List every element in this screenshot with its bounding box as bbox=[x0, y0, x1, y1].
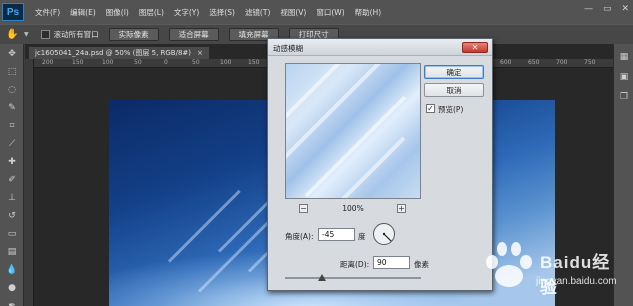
close-window-icon[interactable]: ✕ bbox=[621, 4, 629, 14]
distance-label: 距离(D): bbox=[340, 260, 370, 269]
preview-streak bbox=[286, 64, 384, 168]
cancel-button[interactable]: 取消 bbox=[424, 83, 484, 97]
distance-slider[interactable] bbox=[285, 274, 421, 282]
menu-filter[interactable]: 滤镜(T) bbox=[240, 7, 275, 18]
distance-slider-thumb[interactable] bbox=[317, 274, 326, 281]
distance-input[interactable] bbox=[373, 256, 410, 269]
motion-blur-dialog: 动感模糊 ✕ − 100% + 确定 取消 ✓ 预览(P) 角度(A): 度 距… bbox=[267, 38, 493, 291]
crop-tool-icon[interactable]: ⌗ bbox=[2, 117, 22, 134]
menu-file[interactable]: 文件(F) bbox=[30, 7, 65, 18]
watermark-url: jingyan.baidu.com bbox=[536, 276, 617, 287]
zoom-out-button[interactable]: − bbox=[299, 204, 308, 213]
ruler-tick: 100 bbox=[220, 59, 232, 66]
ruler-tick: 50 bbox=[192, 59, 200, 66]
motion-streak bbox=[167, 189, 241, 263]
ruler-tick: 750 bbox=[584, 59, 596, 66]
gradient-tool-icon[interactable]: ▤ bbox=[2, 243, 22, 260]
photoshop-logo: Ps bbox=[2, 3, 24, 21]
window-controls: — ▭ ✕ bbox=[584, 4, 629, 14]
dialog-titlebar[interactable]: 动感模糊 ✕ bbox=[268, 39, 492, 56]
ruler-tick: 700 bbox=[556, 59, 568, 66]
ruler-tick: 650 bbox=[528, 59, 540, 66]
preview-zoom-row: − 100% + bbox=[285, 204, 421, 214]
vertical-ruler bbox=[25, 59, 34, 306]
hand-icon[interactable]: ✋ bbox=[6, 29, 20, 40]
restore-icon[interactable]: ▭ bbox=[603, 4, 612, 14]
scroll-all-checkbox[interactable] bbox=[40, 30, 50, 39]
ok-button[interactable]: 确定 bbox=[424, 65, 484, 79]
angle-label: 角度(A): bbox=[285, 232, 314, 241]
chevron-down-icon[interactable]: ▼ bbox=[24, 31, 29, 38]
move-tool-icon[interactable]: ✥ bbox=[2, 45, 22, 62]
actual-pixels-button[interactable]: 实际像素 bbox=[108, 28, 159, 41]
history-panel-icon[interactable]: ▦ bbox=[617, 50, 631, 64]
distance-slider-track bbox=[285, 277, 421, 279]
ruler-tick: 150 bbox=[72, 59, 84, 66]
ruler-tick: 0 bbox=[164, 59, 168, 66]
marquee-tool-icon[interactable]: ⬚ bbox=[2, 63, 22, 80]
document-tab[interactable]: jc1605041_24a.psd @ 50% (图层 5, RGB/8#) × bbox=[28, 46, 210, 59]
document-tab-title: jc1605041_24a.psd @ 50% (图层 5, RGB/8#) bbox=[35, 49, 192, 57]
watermark-brand: Baidu经验 bbox=[540, 253, 611, 297]
blur-tool-icon[interactable]: 💧 bbox=[2, 261, 22, 278]
angle-dial[interactable] bbox=[372, 222, 396, 246]
healing-brush-tool-icon[interactable]: ✚ bbox=[2, 153, 22, 170]
preview-label: 预览(P) bbox=[438, 105, 464, 114]
menu-help[interactable]: 帮助(H) bbox=[350, 7, 387, 18]
distance-unit: 像素 bbox=[414, 260, 429, 269]
eyedropper-tool-icon[interactable]: ⟋ bbox=[2, 135, 22, 152]
ruler-tick: 600 bbox=[500, 59, 512, 66]
menu-select[interactable]: 选择(S) bbox=[204, 7, 240, 18]
minimize-icon[interactable]: — bbox=[584, 4, 593, 14]
menu-view[interactable]: 视图(V) bbox=[275, 7, 311, 18]
angle-unit: 度 bbox=[358, 232, 366, 241]
menu-items: 文件(F) 编辑(E) 图像(I) 图层(L) 文字(Y) 选择(S) 滤镜(T… bbox=[30, 7, 386, 18]
zoom-value: 100% bbox=[342, 204, 364, 213]
ruler-tick: 50 bbox=[134, 59, 142, 66]
brush-tool-icon[interactable]: ✐ bbox=[2, 171, 22, 188]
menu-type[interactable]: 文字(Y) bbox=[169, 7, 204, 18]
baidu-watermark: Baidu经验 jingyan.baidu.com bbox=[478, 236, 628, 302]
ruler-tick: 200 bbox=[42, 59, 54, 66]
history-brush-tool-icon[interactable]: ↺ bbox=[2, 207, 22, 224]
menu-window[interactable]: 窗口(W) bbox=[311, 7, 349, 18]
close-icon[interactable]: ✕ bbox=[462, 42, 488, 53]
menu-layer[interactable]: 图层(L) bbox=[134, 7, 169, 18]
fit-screen-button[interactable]: 适合屏幕 bbox=[168, 28, 219, 41]
properties-panel-icon[interactable]: ▣ bbox=[617, 70, 631, 84]
zoom-in-button[interactable]: + bbox=[397, 204, 406, 213]
close-tab-icon[interactable]: × bbox=[197, 49, 203, 57]
quick-select-tool-icon[interactable]: ✎ bbox=[2, 99, 22, 116]
ruler-tick: 100 bbox=[102, 59, 114, 66]
scroll-all-label: 滚动所有窗口 bbox=[53, 30, 99, 39]
angle-input[interactable] bbox=[318, 228, 355, 241]
lasso-tool-icon[interactable]: ◌ bbox=[2, 81, 22, 98]
clone-stamp-tool-icon[interactable]: ⊥ bbox=[2, 189, 22, 206]
baidu-paw-icon bbox=[486, 242, 532, 287]
ruler-tick: 150 bbox=[248, 59, 260, 66]
menu-image[interactable]: 图像(I) bbox=[101, 7, 134, 18]
pen-tool-icon[interactable]: ✒ bbox=[2, 297, 22, 306]
preview-checkbox[interactable]: ✓ bbox=[426, 104, 435, 113]
dialog-title: 动感模糊 bbox=[273, 44, 303, 53]
filter-preview[interactable] bbox=[285, 63, 421, 199]
layers-panel-icon[interactable]: ❐ bbox=[617, 90, 631, 104]
dodge-tool-icon[interactable]: ● bbox=[2, 279, 22, 296]
menu-edit[interactable]: 编辑(E) bbox=[65, 7, 101, 18]
menu-bar: Ps 文件(F) 编辑(E) 图像(I) 图层(L) 文字(Y) 选择(S) 滤… bbox=[0, 0, 633, 24]
tools-panel: ✥ ⬚ ◌ ✎ ⌗ ⟋ ✚ ✐ ⊥ ↺ ▭ ▤ 💧 ● ✒ bbox=[0, 44, 24, 306]
eraser-tool-icon[interactable]: ▭ bbox=[2, 225, 22, 242]
